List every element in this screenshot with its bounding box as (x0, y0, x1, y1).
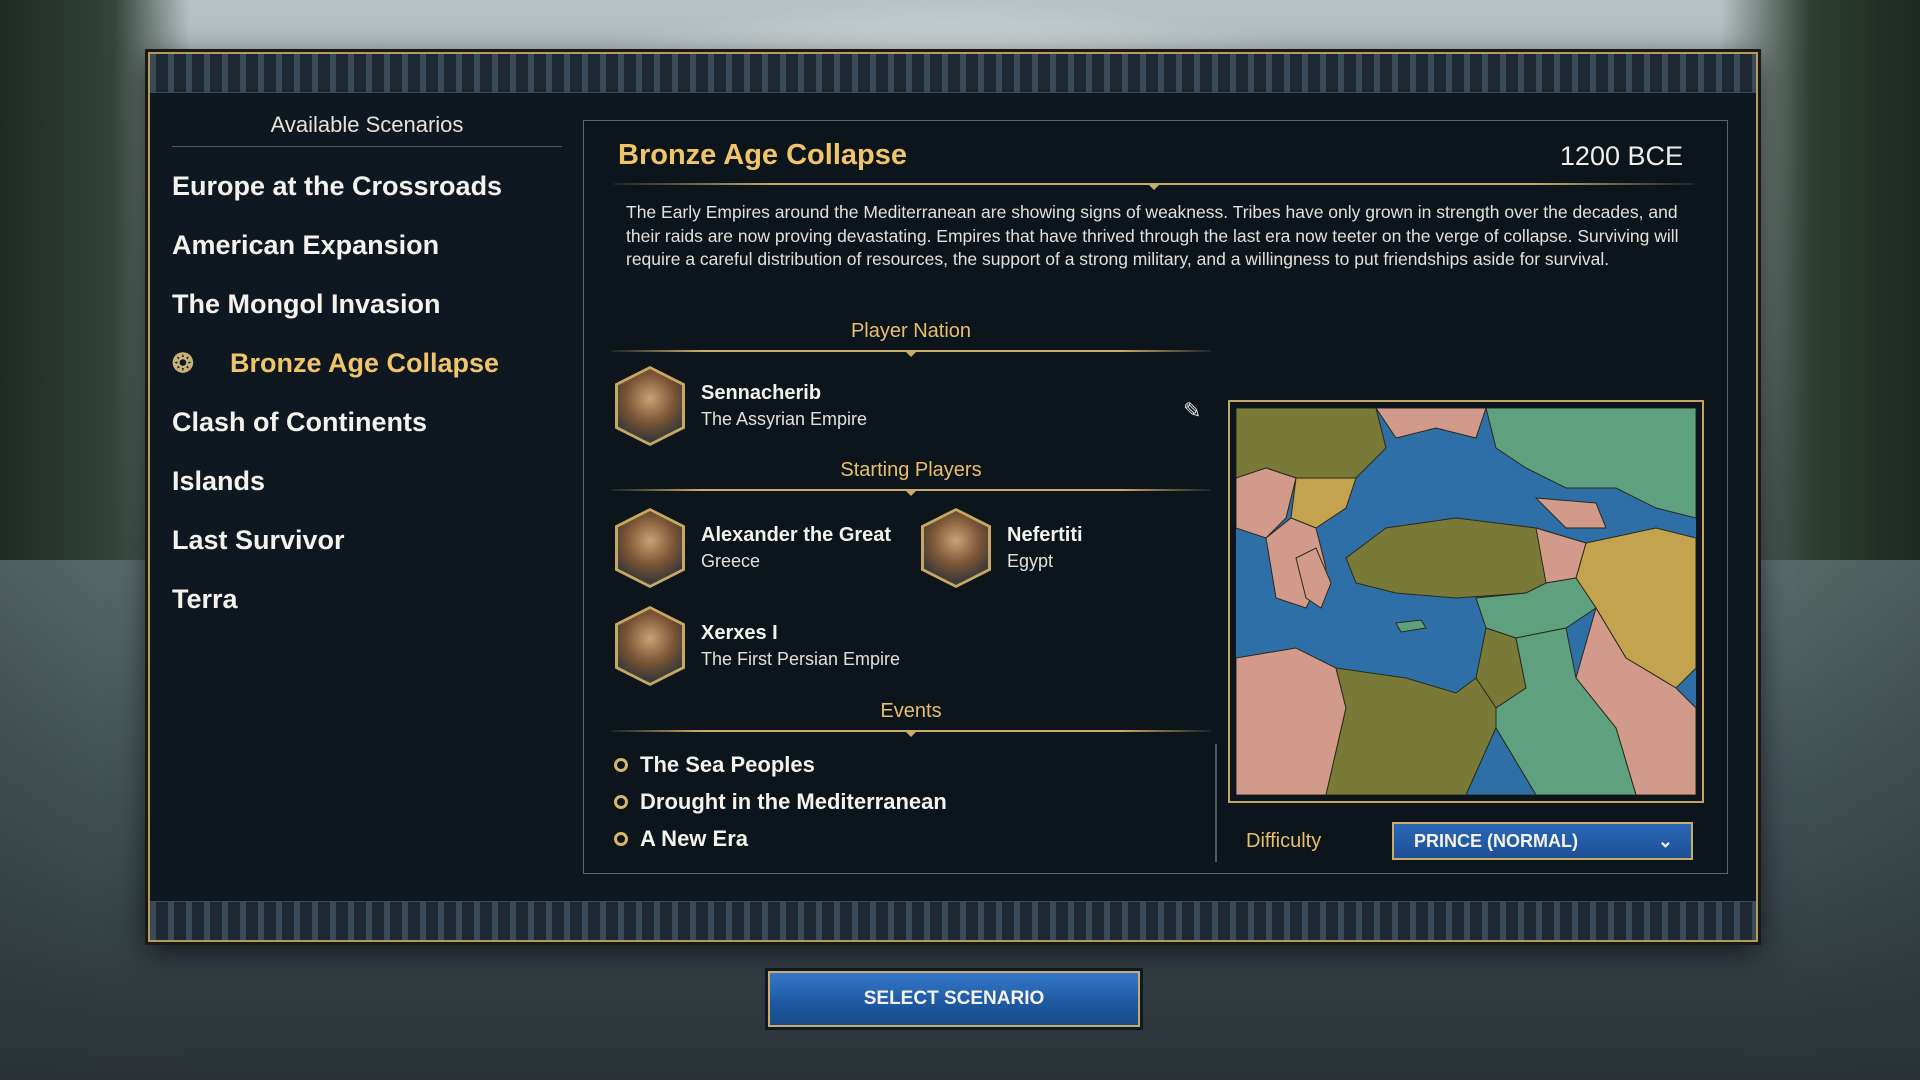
scenario-item-last-survivor[interactable]: Last Survivor (172, 511, 562, 570)
frame-ornament-top (150, 54, 1756, 93)
event-item[interactable]: Drought in the Mediterranean (614, 783, 947, 820)
events-list: The Sea Peoples Drought in the Mediterra… (614, 746, 947, 857)
events-divider (611, 730, 1211, 737)
events-heading: Events (880, 700, 942, 722)
leader-name: Xerxes I (701, 622, 778, 644)
leader-civ: The First Persian Empire (701, 649, 901, 669)
leader-name: Alexander the Great (701, 524, 892, 546)
starting-player[interactable]: Alexander the Great Greece (615, 508, 891, 588)
event-item[interactable]: A New Era (614, 820, 947, 857)
player-leader[interactable]: Sennacherib The Assyrian Empire (615, 366, 867, 446)
leader-name: Nefertiti (1007, 524, 1083, 546)
scenario-item-clash-of-continents[interactable]: Clash of Continents (172, 393, 562, 452)
scenario-item-europe-at-the-crossroads[interactable]: Europe at the Crossroads (172, 157, 562, 216)
sidebar-heading: Available Scenarios (172, 112, 562, 147)
scenario-marker-icon: ❂ (172, 348, 194, 378)
scenario-item-label: Terra (172, 584, 238, 614)
bullet-icon (614, 757, 628, 772)
events-scrollbar[interactable] (1215, 744, 1217, 862)
difficulty-dropdown[interactable]: PRINCE (NORMAL) ⌄ (1392, 822, 1693, 860)
player-nation-divider (611, 350, 1211, 357)
starting-player[interactable]: Xerxes I The First Persian Empire (615, 606, 900, 686)
scenario-item-islands[interactable]: Islands (172, 452, 562, 511)
leader-civ: Greece (701, 551, 761, 571)
scenario-title: Bronze Age Collapse (618, 139, 907, 171)
leader-civ: Egypt (1007, 551, 1054, 571)
scenario-item-american-expansion[interactable]: American Expansion (172, 216, 562, 275)
bullet-icon (614, 794, 628, 809)
leader-portrait-xerxes (615, 606, 685, 686)
scenario-item-label: American Expansion (172, 230, 440, 260)
leader-portrait-nefertiti (921, 508, 991, 588)
starting-players-divider (611, 489, 1211, 496)
scenario-item-label: Europe at the Crossroads (172, 171, 503, 201)
scenario-item-bronze-age-collapse[interactable]: ❂ Bronze Age Collapse (172, 334, 562, 393)
scenario-item-label: Bronze Age Collapse (230, 348, 500, 378)
player-nation-heading: Player Nation (850, 320, 972, 342)
bullet-icon (614, 831, 628, 846)
chevron-down-icon: ⌄ (1657, 830, 1673, 851)
leader-civ: The Assyrian Empire (701, 409, 868, 429)
scenario-sidebar: Available Scenarios Europe at the Crossr… (172, 112, 562, 629)
scenario-item-label: The Mongol Invasion (172, 289, 441, 319)
scenario-item-terra[interactable]: Terra (172, 570, 562, 629)
edit-pencil-icon[interactable]: ✎ (1183, 398, 1207, 423)
event-item[interactable]: The Sea Peoples (614, 746, 947, 783)
select-scenario-button[interactable]: SELECT SCENARIO (768, 971, 1140, 1027)
starting-players-heading: Starting Players (840, 459, 982, 481)
starting-player[interactable]: Nefertiti Egypt (921, 508, 1083, 588)
leader-portrait-sennacherib (615, 366, 685, 446)
scenario-item-label: Last Survivor (172, 525, 345, 555)
scenario-description: The Early Empires around the Mediterrane… (626, 202, 1679, 269)
title-divider (614, 183, 1694, 190)
difficulty-value: PRINCE (NORMAL) (1414, 830, 1578, 851)
map-image (1236, 408, 1696, 795)
scenario-map (1228, 400, 1704, 803)
scenario-item-label: Islands (172, 466, 266, 496)
difficulty-label: Difficulty (1246, 830, 1322, 852)
frame-ornament-bottom (150, 901, 1756, 940)
scenario-date: 1200 BCE (1559, 141, 1683, 171)
leader-name: Sennacherib (701, 382, 822, 404)
leader-portrait-alexander (615, 508, 685, 588)
scenario-item-the-mongol-invasion[interactable]: The Mongol Invasion (172, 275, 562, 334)
scenario-list: Europe at the Crossroads American Expans… (172, 157, 562, 629)
scenario-item-label: Clash of Continents (172, 407, 427, 437)
